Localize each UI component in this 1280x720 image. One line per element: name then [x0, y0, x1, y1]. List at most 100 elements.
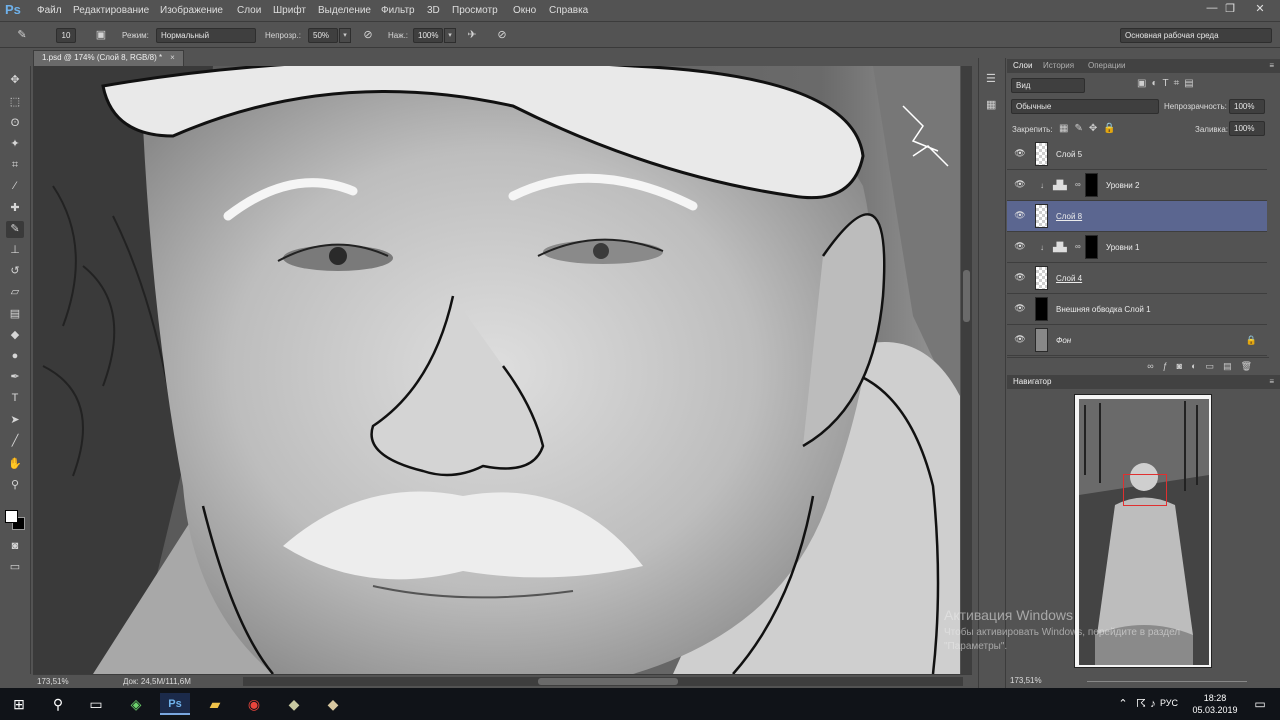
opacity-dropdown-icon[interactable]: ▾ — [339, 28, 351, 43]
tab-history[interactable]: История — [1043, 61, 1074, 70]
opacity-field[interactable]: 50% — [308, 28, 338, 43]
zoom-level[interactable]: 173,51% — [37, 677, 69, 686]
navigator-zoom[interactable]: 173,51% — [1010, 676, 1042, 685]
horizontal-scroll-thumb[interactable] — [538, 678, 678, 685]
layer-opacity-field[interactable]: 100% — [1229, 99, 1265, 114]
pressure-size-icon[interactable]: ⊘ — [494, 28, 510, 43]
app-icon[interactable]: ◆ — [318, 693, 348, 715]
layer-action-icons[interactable]: ∞ƒ◙◐▭▤🗑 — [1147, 361, 1261, 372]
task-view-icon[interactable]: ▭ — [81, 693, 111, 715]
layer-row[interactable]: 👁 Слой 5 — [1007, 139, 1267, 170]
crop-tool-icon[interactable]: ⌗ — [6, 157, 24, 174]
gradient-tool-icon[interactable]: ▤ — [6, 306, 24, 323]
close-button[interactable]: ✕ — [1251, 2, 1269, 16]
menu-layers[interactable]: Слои — [237, 5, 261, 16]
notifications-icon[interactable]: ▭ — [1245, 693, 1275, 715]
start-icon[interactable]: ⊞ — [4, 693, 34, 715]
menu-type[interactable]: Шрифт — [273, 5, 306, 16]
visibility-eye-icon[interactable]: 👁 — [1014, 334, 1026, 345]
visibility-eye-icon[interactable]: 👁 — [1014, 179, 1026, 190]
magic-wand-tool-icon[interactable]: ✦ — [6, 136, 24, 153]
pen-tool-icon[interactable]: ✒ — [6, 369, 24, 386]
pressure-opacity-icon[interactable]: ⊘ — [360, 28, 376, 43]
layer-row-selected[interactable]: 👁 Слой 8 — [1007, 201, 1267, 232]
quick-mask-icon[interactable]: ◙ — [6, 538, 24, 555]
menu-edit[interactable]: Редактирование — [73, 5, 149, 16]
menu-filter[interactable]: Фильтр — [381, 5, 415, 16]
document-tab[interactable]: 1.psd @ 174% (Слой 8, RGB/8) * × — [33, 50, 184, 66]
visibility-eye-icon[interactable]: 👁 — [1014, 210, 1026, 221]
lasso-tool-icon[interactable]: ʘ — [6, 115, 24, 132]
tab-layers[interactable]: Слои — [1013, 61, 1032, 70]
layer-fill-field[interactable]: 100% — [1229, 121, 1265, 136]
navigator-zoom-slider[interactable] — [1087, 681, 1247, 682]
layer-row[interactable]: 👁 ↓ ▟▙ ∞ Уровни 1 — [1007, 232, 1267, 263]
menu-file[interactable]: Файл — [37, 5, 62, 16]
clone-stamp-tool-icon[interactable]: ⊥ — [6, 242, 24, 259]
blur-tool-icon[interactable]: ◆ — [6, 327, 24, 344]
layer-row[interactable]: 👁 Внешняя обводка Слой 1 — [1007, 294, 1267, 325]
layer-row[interactable]: 👁 Фон 🔒 — [1007, 325, 1267, 356]
properties-panel-icon[interactable]: ▦ — [986, 98, 996, 111]
eyedropper-tool-icon[interactable]: ⁄ — [6, 178, 24, 195]
move-tool-icon[interactable]: ✥ — [6, 72, 24, 89]
menu-select[interactable]: Выделение — [318, 5, 371, 16]
path-selection-tool-icon[interactable]: ➤ — [6, 412, 24, 429]
tab-actions[interactable]: Операции — [1088, 61, 1125, 70]
visibility-eye-icon[interactable]: 👁 — [1014, 272, 1026, 283]
line-tool-icon[interactable]: ╱ — [6, 433, 24, 450]
app-icon[interactable]: ◈ — [121, 693, 151, 715]
tab-navigator[interactable]: Навигатор — [1013, 377, 1051, 386]
layer-row[interactable]: 👁 ↓ ▟▙ ∞ Уровни 2 — [1007, 170, 1267, 201]
panel-menu-icon[interactable]: ≡ — [1269, 61, 1274, 70]
close-tab-icon[interactable]: × — [170, 53, 175, 62]
type-tool-icon[interactable]: T — [6, 390, 24, 407]
blend-mode-select[interactable]: Обычные — [1011, 99, 1159, 114]
search-icon[interactable]: ⚲ — [43, 693, 73, 715]
flow-dropdown-icon[interactable]: ▾ — [444, 28, 456, 43]
dodge-tool-icon[interactable]: ● — [6, 348, 24, 365]
eraser-tool-icon[interactable]: ▱ — [6, 284, 24, 301]
minimize-button[interactable]: — — [1203, 2, 1221, 16]
menu-image[interactable]: Изображение — [160, 5, 223, 16]
photoshop-taskbar-icon[interactable]: Ps — [160, 693, 190, 715]
clock[interactable]: 18:28 05.03.2019 — [1192, 692, 1238, 716]
language-indicator[interactable]: РУС — [1160, 698, 1178, 708]
hand-tool-icon[interactable]: ✋ — [6, 456, 24, 473]
brush-size-picker[interactable]: 10 — [56, 28, 76, 43]
brush-panel-icon[interactable]: ▣ — [93, 28, 109, 43]
lock-icons[interactable]: ▦✎✥🔒 — [1059, 123, 1122, 134]
brush-tool-icon[interactable]: ✎ — [6, 221, 24, 238]
document-canvas[interactable] — [33, 66, 960, 674]
restore-button[interactable]: ❐ — [1221, 2, 1239, 16]
brush-tool-icon[interactable]: ✎ — [14, 28, 30, 43]
menu-view[interactable]: Просмотр — [452, 5, 498, 16]
zoom-tool-icon[interactable]: ⚲ — [6, 477, 24, 494]
menu-3d[interactable]: 3D — [427, 5, 440, 16]
foreground-color-swatch[interactable] — [5, 510, 18, 523]
app-icon[interactable]: ◆ — [279, 693, 309, 715]
visibility-eye-icon[interactable]: 👁 — [1014, 303, 1026, 314]
history-panel-icon[interactable]: ☰ — [986, 72, 996, 85]
healing-brush-tool-icon[interactable]: ✚ — [6, 200, 24, 217]
layer-filter-select[interactable]: Вид — [1011, 78, 1085, 93]
airbrush-icon[interactable]: ✈ — [464, 28, 480, 43]
menu-window[interactable]: Окно — [513, 5, 536, 16]
vertical-scroll-thumb[interactable] — [963, 270, 970, 322]
visibility-eye-icon[interactable]: 👁 — [1014, 241, 1026, 252]
layer-row[interactable]: 👁 Слой 4 — [1007, 263, 1267, 294]
layer-filter-icons[interactable]: ▣◐T⌗▤ — [1137, 78, 1199, 89]
mode-select[interactable]: Нормальный — [156, 28, 256, 43]
history-brush-tool-icon[interactable]: ↺ — [6, 263, 24, 280]
chrome-icon[interactable]: ◉ — [239, 693, 269, 715]
navigator-menu-icon[interactable]: ≡ — [1269, 377, 1274, 386]
flow-field[interactable]: 100% — [413, 28, 443, 43]
screen-mode-icon[interactable]: ▭ — [6, 559, 24, 576]
menu-help[interactable]: Справка — [549, 5, 588, 16]
file-explorer-icon[interactable]: ▰ — [200, 693, 230, 715]
vertical-scrollbar[interactable] — [961, 66, 972, 674]
horizontal-scrollbar[interactable] — [243, 677, 963, 686]
workspace-select[interactable]: Основная рабочая среда — [1120, 28, 1272, 43]
navigator-view-box[interactable] — [1123, 474, 1167, 506]
visibility-eye-icon[interactable]: 👁 — [1014, 148, 1026, 159]
